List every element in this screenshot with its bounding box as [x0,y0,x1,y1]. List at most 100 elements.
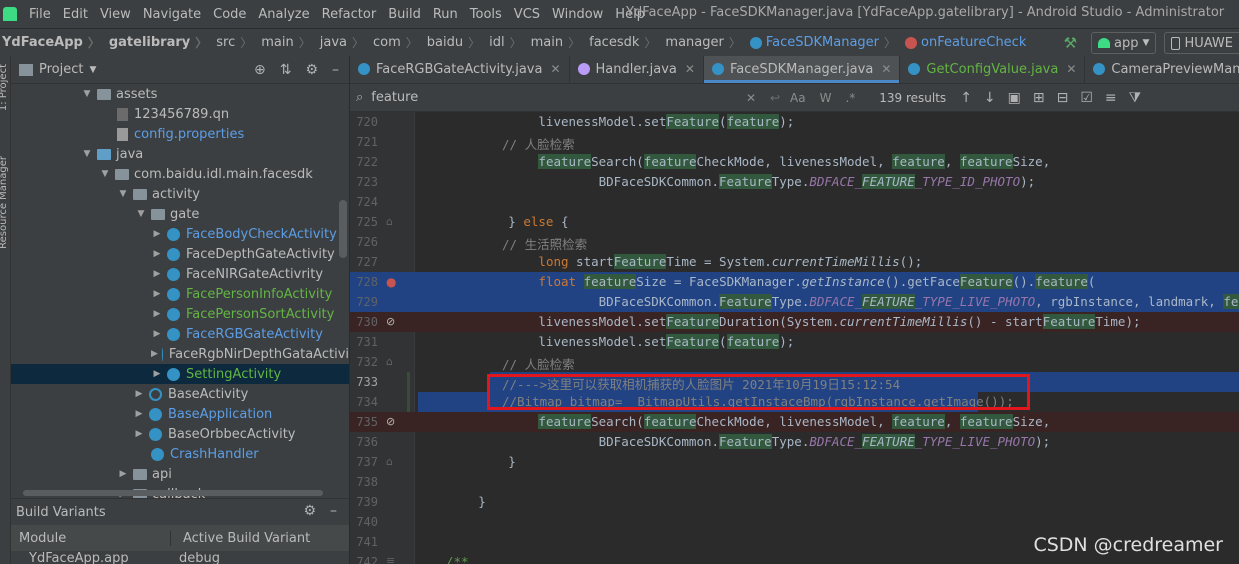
hammer-icon[interactable]: ⚒ [1064,34,1077,52]
breadcrumb-item[interactable]: facesdk 〉 [587,34,663,51]
chevron-down-icon[interactable]: ▼ [89,65,96,75]
gear-icon[interactable]: ⚙ [303,503,316,519]
select-all-occurrences-icon[interactable]: ▣ [1008,90,1021,106]
breadcrumb-item[interactable]: java 〉 [318,34,371,51]
breadcrumb-item[interactable]: manager 〉 [663,34,747,51]
menu-run[interactable]: Run [427,7,464,22]
minimize-icon[interactable]: – [330,503,337,519]
chevron-right-icon[interactable]: ▶ [151,309,163,319]
menu-view[interactable]: View [94,7,137,22]
menu-tools[interactable]: Tools [464,7,508,22]
breadcrumb-item[interactable]: YdFaceApp 〉 [0,34,107,51]
chevron-right-icon[interactable]: ▶ [151,329,163,339]
menu-build[interactable]: Build [382,7,427,22]
remove-selection-icon[interactable]: ⊟ [1057,90,1069,106]
chevron-right-icon[interactable]: ▶ [133,429,145,439]
tree-item-class[interactable]: ▶ FaceNIRGateActivrity [11,264,349,284]
tree-item-file[interactable]: 123456789.qn [11,104,349,124]
tree-item-class[interactable]: ▶ BaseApplication [11,404,349,424]
tree-item-class[interactable]: ▶ BaseOrbbecActivity [11,424,349,444]
chevron-right-icon[interactable]: ▶ [133,409,145,419]
table-row[interactable]: YdFaceApp.app debug [11,551,349,564]
project-tool-tab[interactable]: 1: Project [0,64,9,111]
menu-file[interactable]: File [23,7,57,22]
tab-camerapreviewmanager[interactable]: CameraPreviewManager.java✕ [1085,56,1239,83]
tree-item-package[interactable]: ▼ com.baidu.idl.main.facesdk [11,164,349,184]
match-case-toggle[interactable]: Aa [790,91,806,105]
chevron-down-icon[interactable]: ▼ [99,169,111,179]
fold-icon[interactable]: ⌂ [386,355,393,368]
breadcrumb-item[interactable]: src 〉 [214,34,259,51]
breadcrumb-item[interactable]: main 〉 [259,34,318,51]
clear-icon[interactable]: ✕ [746,91,756,105]
menu-navigate[interactable]: Navigate [137,7,207,22]
search-icon[interactable]: ⌕ [356,90,363,105]
new-line-icon[interactable]: ↩ [770,91,780,105]
menu-vcs[interactable]: VCS [508,7,546,22]
horizontal-scrollbar[interactable] [23,490,323,496]
add-selection-icon[interactable]: ⊞ [1033,90,1045,106]
breadcrumb-item[interactable]: FaceSDKManager 〉 [748,34,903,51]
run-config-select[interactable]: app ▼ [1091,32,1157,54]
tree-item-package[interactable]: ▼ activity [11,184,349,204]
tree-item-class[interactable]: ▶ FaceRGBGateActivity [11,324,349,344]
chevron-down-icon[interactable]: ▼ [117,189,129,199]
arrow-down-icon[interactable]: ↓ [984,90,996,106]
chevron-right-icon[interactable]: ▶ [151,249,163,259]
breadcrumb-item[interactable]: com 〉 [371,34,425,51]
tree-item-class[interactable]: ▶ FaceDepthGateActivity [11,244,349,264]
tree-item-assets[interactable]: ▼ assets [11,84,349,104]
column-header-variant[interactable]: Active Build Variant [171,531,310,546]
vertical-scrollbar[interactable] [339,200,347,258]
tree-item-class[interactable]: ▶ FacePersonSortActivity [11,304,349,324]
chevron-right-icon[interactable]: ▶ [151,289,163,299]
close-icon[interactable]: ✕ [881,62,891,76]
breadcrumb-item[interactable]: gatelibrary 〉 [107,34,214,51]
chevron-right-icon[interactable]: ▶ [117,469,129,479]
tree-item-class[interactable]: ▶ FaceRgbNirDepthGataActivi [11,344,349,364]
tree-item-class[interactable]: ▶ FaceBodyCheckActivity [11,224,349,244]
breadcrumb-item[interactable]: onFeatureCheck [903,35,1028,50]
tab-getconfigvalue[interactable]: GetConfigValue.java ✕ [900,56,1086,83]
breadcrumb-item[interactable]: baidu 〉 [425,34,487,51]
column-header-module[interactable]: Module [11,530,171,546]
device-select[interactable]: HUAWE [1164,32,1239,54]
tree-item-class[interactable]: ▶ FacePersonInfoActivity [11,284,349,304]
disabled-breakpoint-icon[interactable]: ⊘ [386,315,395,328]
locate-icon[interactable]: ⊕ [254,62,266,78]
project-view-select[interactable]: Project [39,62,83,77]
tree-item-java[interactable]: ▼ java [11,144,349,164]
close-icon[interactable]: ✕ [1066,62,1076,76]
menu-edit[interactable]: Edit [57,7,94,22]
whole-words-toggle[interactable]: W [820,91,832,105]
tree-item-package[interactable]: ▼ gate [11,204,349,224]
chevron-down-icon[interactable]: ▼ [81,149,93,159]
menu-window[interactable]: Window [546,7,609,22]
chevron-down-icon[interactable]: ▼ [135,209,147,219]
menu-analyze[interactable]: Analyze [252,7,315,22]
chevron-right-icon[interactable]: ▶ [151,269,163,279]
tree-item-class[interactable]: ▶ BaseActivity [11,384,349,404]
fold-icon[interactable]: ⌂ [386,215,393,228]
tab-facergbgateactivity[interactable]: FaceRGBGateActivity.java ✕ [350,56,570,83]
in-selection-icon[interactable]: ≡ [1105,90,1117,106]
breadcrumb-item[interactable]: idl 〉 [487,34,529,51]
close-icon[interactable]: ✕ [550,62,560,76]
chevron-down-icon[interactable]: ▼ [81,89,93,99]
collapse-icon[interactable]: ⇅ [280,62,292,78]
menu-code[interactable]: Code [207,7,252,22]
chevron-right-icon[interactable]: ▶ [133,389,145,399]
chevron-right-icon[interactable]: ▶ [151,229,163,239]
chevron-right-icon[interactable]: ▶ [151,369,163,379]
arrow-up-icon[interactable]: ↑ [960,90,972,106]
minimize-icon[interactable]: – [332,62,339,78]
doc-icon[interactable]: ≣ [386,555,395,564]
resource-manager-tool-tab[interactable]: Resource Manager [0,156,9,249]
disabled-breakpoint-icon[interactable]: ⊘ [386,415,395,428]
tree-item-class[interactable]: ▶ SettingActivity [11,364,349,384]
search-input[interactable] [371,90,732,105]
code-editor[interactable]: 720 livenessModel.setFeature(feature); 7… [350,112,1239,564]
regex-toggle[interactable]: .* [845,91,855,105]
tree-item-file[interactable]: config.properties [11,124,349,144]
tree-item-package[interactable]: ▶ api [11,464,349,484]
